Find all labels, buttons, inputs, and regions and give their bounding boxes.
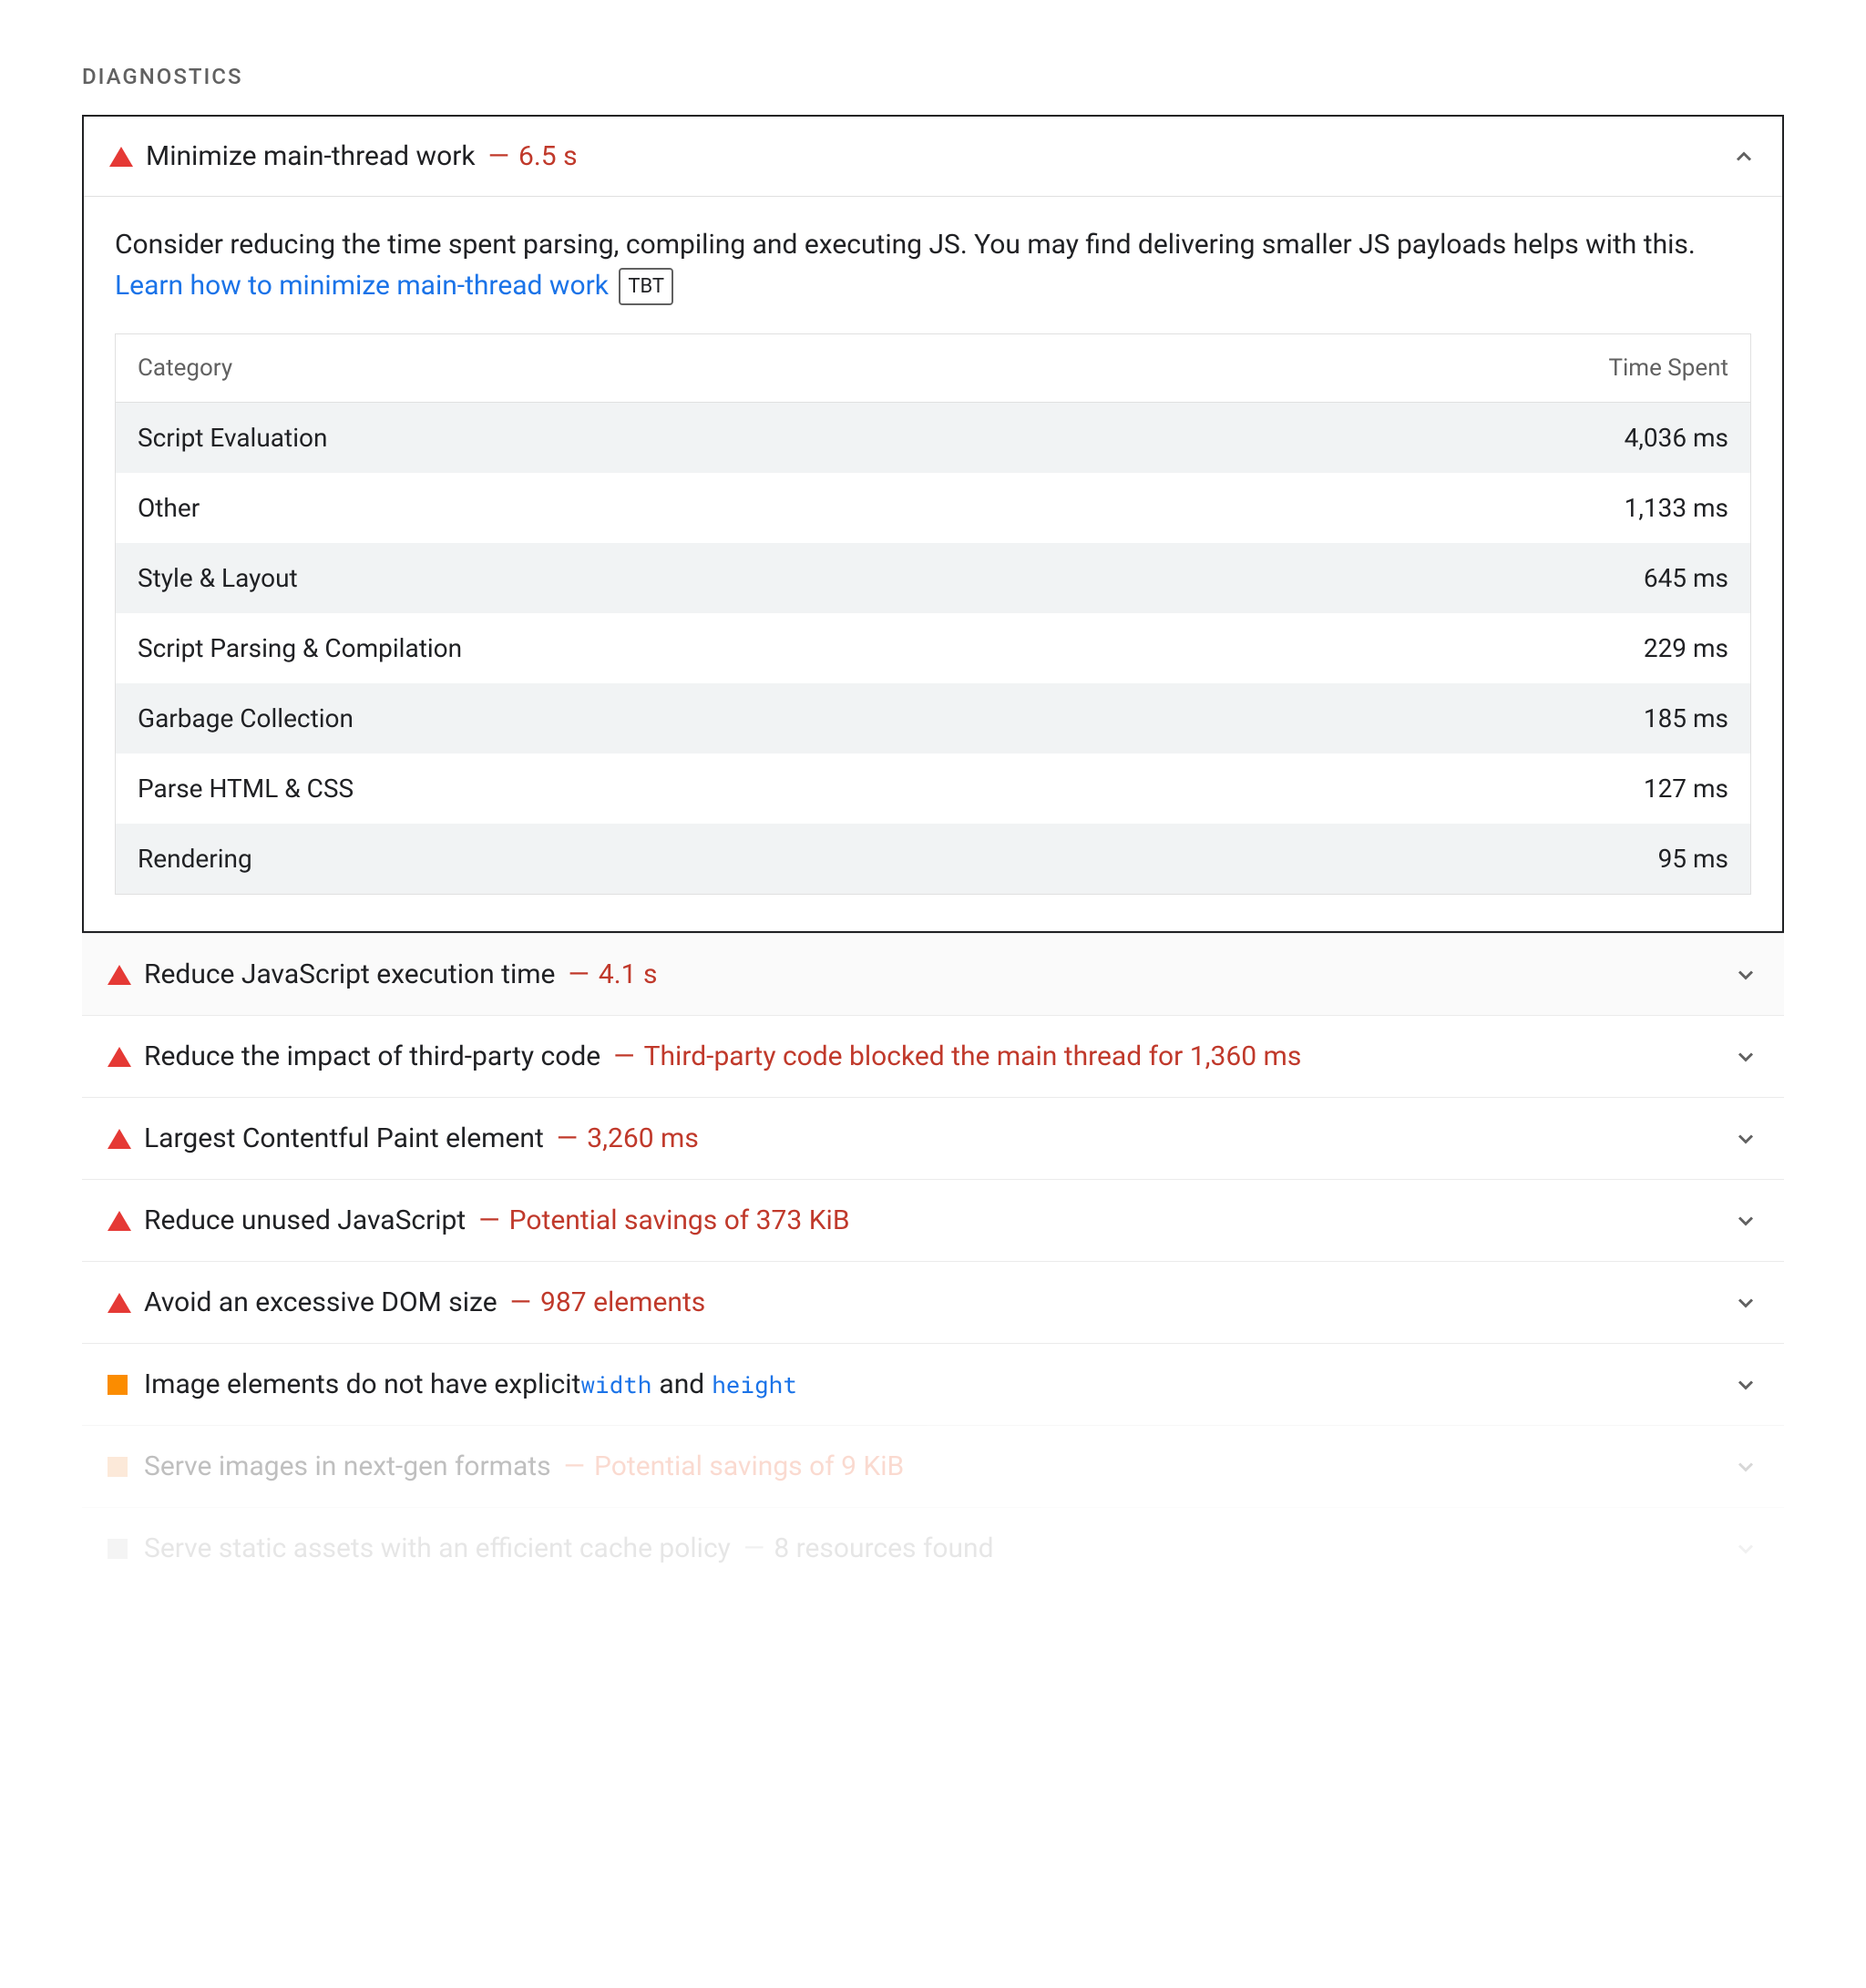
- tbt-badge: TBT: [619, 268, 673, 305]
- dash: —: [510, 1286, 531, 1318]
- table-row: Style & Layout 645 ms: [116, 543, 1750, 613]
- chevron-down-icon: [1733, 1372, 1758, 1398]
- and-word: and: [659, 1368, 704, 1400]
- table-header: Category Time Spent: [116, 334, 1750, 403]
- cell-category: Other: [138, 493, 200, 523]
- chevron-down-icon: [1733, 1536, 1758, 1562]
- chevron-down-icon: [1733, 962, 1758, 988]
- audit-metric: Potential savings of 9 KiB: [594, 1450, 904, 1482]
- chevron-down-icon: [1733, 1290, 1758, 1316]
- main-thread-table: Category Time Spent Script Evaluation 4,0…: [115, 333, 1751, 895]
- cell-time: 645 ms: [1644, 563, 1728, 593]
- table-row: Rendering 95 ms: [116, 824, 1750, 894]
- dash: —: [488, 140, 509, 172]
- dash: —: [557, 1122, 578, 1154]
- fail-triangle-icon: [108, 1047, 144, 1067]
- cell-time: 229 ms: [1644, 633, 1728, 663]
- fail-triangle-icon: [109, 147, 146, 167]
- dash: —: [613, 1040, 634, 1072]
- audit-title: Serve images in next-gen formats: [144, 1450, 551, 1482]
- audit-metric: 4.1 s: [599, 958, 658, 990]
- audit-body: Consider reducing the time spent parsing…: [84, 197, 1782, 931]
- dash: —: [478, 1204, 499, 1236]
- audit-row[interactable]: Reduce the impact of third-party code — Th…: [82, 1015, 1784, 1097]
- cell-time: 4,036 ms: [1625, 423, 1728, 453]
- dash: —: [743, 1532, 764, 1564]
- audit-row[interactable]: Reduce unused JavaScript — Potential savin…: [82, 1179, 1784, 1261]
- col-category: Category: [138, 354, 232, 382]
- cell-category: Rendering: [138, 844, 252, 874]
- audit-title: Largest Contentful Paint element: [144, 1122, 544, 1154]
- table-row: Parse HTML & CSS 127 ms: [116, 753, 1750, 824]
- diagnostics-section-header: DIAGNOSTICS: [82, 64, 1784, 89]
- audit-title: Minimize main-thread work: [146, 140, 476, 172]
- fail-triangle-icon: [108, 1211, 144, 1231]
- fail-triangle-icon: [108, 1293, 144, 1313]
- audit-row-image-dimensions[interactable]: Image elements do not have explicit widt…: [82, 1343, 1784, 1425]
- audit-metric: Potential savings of 373 KiB: [509, 1204, 850, 1236]
- table-row: Script Evaluation 4,036 ms: [116, 403, 1750, 473]
- audit-row-nextgen-formats[interactable]: Serve images in next-gen formats — Poten…: [82, 1425, 1784, 1507]
- description-text: Consider reducing the time spent parsing…: [115, 229, 1696, 261]
- audit-row[interactable]: Avoid an excessive DOM size — 987 elements: [82, 1261, 1784, 1343]
- audit-metric: Third-party code blocked the main thread…: [644, 1040, 1302, 1072]
- table-row: Other 1,133 ms: [116, 473, 1750, 543]
- fail-triangle-icon: [108, 1129, 144, 1149]
- cell-category: Parse HTML & CSS: [138, 774, 354, 804]
- col-time-spent: Time Spent: [1608, 354, 1728, 382]
- audit-metric: 987 elements: [540, 1286, 705, 1318]
- audit-row[interactable]: Largest Contentful Paint element — 3,260 m…: [82, 1097, 1784, 1179]
- cell-category: Script Evaluation: [138, 423, 327, 453]
- chevron-down-icon: [1733, 1208, 1758, 1234]
- cell-time: 95 ms: [1658, 844, 1728, 874]
- cell-time: 127 ms: [1644, 774, 1728, 804]
- audit-metric: 8 resources found: [774, 1532, 993, 1564]
- learn-more-link[interactable]: Learn how to minimize main-thread work: [115, 270, 609, 302]
- audit-title: Avoid an excessive DOM size: [144, 1286, 497, 1318]
- code-width: width: [580, 1369, 651, 1400]
- chevron-down-icon: [1733, 1126, 1758, 1152]
- audit-expanded-minimize-main-thread: Minimize main-thread work — 6.5 s Consid…: [82, 115, 1784, 933]
- audit-title: Serve static assets with an efficient ca…: [144, 1532, 731, 1564]
- audit-description: Consider reducing the time spent parsing…: [115, 224, 1751, 306]
- audit-metric: 3,260 ms: [587, 1122, 699, 1154]
- dash: —: [568, 958, 589, 990]
- audit-row-cache-policy[interactable]: Serve static assets with an efficient ca…: [82, 1507, 1784, 1589]
- average-square-icon: [108, 1375, 144, 1395]
- audit-title: Reduce unused JavaScript: [144, 1204, 466, 1236]
- audit-title: Image elements do not have explicit: [144, 1368, 580, 1400]
- average-square-icon: [108, 1457, 144, 1477]
- cell-category: Script Parsing & Compilation: [138, 633, 462, 663]
- table-row: Garbage Collection 185 ms: [116, 683, 1750, 753]
- info-square-icon: [108, 1539, 144, 1559]
- audit-row[interactable]: Reduce JavaScript execution time — 4.1 s: [82, 933, 1784, 1015]
- cell-time: 185 ms: [1644, 703, 1728, 733]
- dash: —: [564, 1450, 585, 1482]
- audit-title: Reduce JavaScript execution time: [144, 958, 555, 990]
- table-row: Script Parsing & Compilation 229 ms: [116, 613, 1750, 683]
- audit-header-toggle[interactable]: Minimize main-thread work — 6.5 s: [84, 117, 1782, 197]
- chevron-down-icon: [1733, 1044, 1758, 1070]
- cell-category: Style & Layout: [138, 563, 298, 593]
- chevron-up-icon: [1731, 144, 1757, 169]
- cell-time: 1,133 ms: [1625, 493, 1728, 523]
- fail-triangle-icon: [108, 965, 144, 985]
- code-height: height: [712, 1369, 797, 1400]
- audit-metric: 6.5 s: [518, 140, 578, 172]
- cell-category: Garbage Collection: [138, 703, 354, 733]
- audit-title: Reduce the impact of third-party code: [144, 1040, 600, 1072]
- chevron-down-icon: [1733, 1454, 1758, 1480]
